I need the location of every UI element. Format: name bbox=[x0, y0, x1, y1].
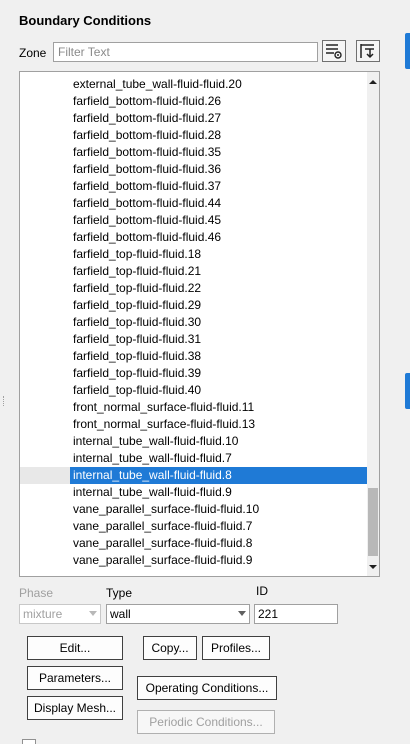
list-item-label: farfield_bottom-fluid-fluid.27 bbox=[73, 111, 222, 125]
collapse-list-button[interactable] bbox=[356, 40, 380, 62]
zone-label: Zone bbox=[19, 46, 47, 60]
list-item-label: front_normal_surface-fluid-fluid.13 bbox=[73, 417, 256, 431]
filter-options-icon bbox=[326, 44, 342, 59]
phase-value: mixture bbox=[23, 607, 63, 621]
list-item[interactable]: farfield_top-fluid-fluid.18 bbox=[20, 246, 368, 263]
list-item[interactable]: farfield_top-fluid-fluid.40 bbox=[20, 382, 368, 399]
list-item[interactable]: farfield_bottom-fluid-fluid.37 bbox=[20, 178, 368, 195]
list-item[interactable]: front_normal_surface-fluid-fluid.11 bbox=[20, 399, 368, 416]
list-item-label: vane_parallel_surface-fluid-fluid.8 bbox=[73, 536, 253, 550]
list-item-label: internal_tube_wall-fluid-fluid.10 bbox=[73, 434, 239, 448]
list-item[interactable]: farfield_bottom-fluid-fluid.44 bbox=[20, 195, 368, 212]
list-item[interactable]: vane_parallel_surface-fluid-fluid.9 bbox=[20, 552, 368, 569]
list-item[interactable]: internal_tube_wall-fluid-fluid.8 bbox=[20, 467, 368, 484]
list-item[interactable]: internal_tube_wall-fluid-fluid.7 bbox=[20, 450, 368, 467]
zone-filter-input[interactable] bbox=[53, 42, 318, 62]
list-item-label: farfield_bottom-fluid-fluid.35 bbox=[73, 145, 222, 159]
filter-options-button[interactable] bbox=[322, 40, 346, 62]
list-item[interactable]: vane_parallel_surface-fluid-fluid.8 bbox=[20, 535, 368, 552]
list-item-label: farfield_top-fluid-fluid.22 bbox=[73, 281, 202, 295]
list-item-label: farfield_bottom-fluid-fluid.28 bbox=[73, 128, 222, 142]
list-item[interactable]: farfield_bottom-fluid-fluid.46 bbox=[20, 229, 368, 246]
list-item[interactable]: farfield_bottom-fluid-fluid.27 bbox=[20, 110, 368, 127]
type-dropdown[interactable]: wall bbox=[106, 604, 250, 624]
list-item-label: farfield_top-fluid-fluid.31 bbox=[73, 332, 202, 346]
chevron-down-icon bbox=[238, 611, 246, 616]
list-item-label: farfield_top-fluid-fluid.39 bbox=[73, 366, 202, 380]
list-item[interactable]: farfield_bottom-fluid-fluid.28 bbox=[20, 127, 368, 144]
list-item-label: farfield_top-fluid-fluid.29 bbox=[73, 298, 202, 312]
list-item-label: farfield_top-fluid-fluid.18 bbox=[73, 247, 202, 261]
list-item[interactable]: internal_tube_wall-fluid-fluid.10 bbox=[20, 433, 368, 450]
edit-button[interactable]: Edit... bbox=[27, 636, 123, 660]
operating-conditions-button[interactable]: Operating Conditions... bbox=[137, 676, 277, 700]
scroll-down-icon bbox=[369, 565, 377, 569]
list-item-label: internal_tube_wall-fluid-fluid.7 bbox=[73, 451, 232, 465]
list-item-label: internal_tube_wall-fluid-fluid.9 bbox=[73, 485, 232, 499]
scroll-down-button[interactable] bbox=[367, 560, 379, 574]
periodic-conditions-button: Periodic Conditions... bbox=[137, 710, 275, 734]
list-item[interactable]: farfield_top-fluid-fluid.22 bbox=[20, 280, 368, 297]
list-item-label: vane_parallel_surface-fluid-fluid.7 bbox=[73, 519, 253, 533]
list-item[interactable]: farfield_bottom-fluid-fluid.35 bbox=[20, 144, 368, 161]
boundary-conditions-panel: Boundary Conditions Zone external_tube_w… bbox=[0, 0, 410, 744]
side-panel-edge-accent bbox=[405, 373, 410, 409]
id-field[interactable]: 221 bbox=[254, 604, 338, 624]
side-panel-edge-accent bbox=[405, 33, 410, 69]
list-item[interactable]: internal_tube_wall-fluid-fluid.9 bbox=[20, 484, 368, 501]
list-item-label: farfield_bottom-fluid-fluid.26 bbox=[73, 94, 222, 108]
profiles-button[interactable]: Profiles... bbox=[202, 636, 270, 660]
list-item[interactable]: farfield_top-fluid-fluid.39 bbox=[20, 365, 368, 382]
chevron-down-icon bbox=[89, 611, 97, 616]
type-label: Type bbox=[106, 586, 133, 600]
list-item[interactable]: farfield_top-fluid-fluid.30 bbox=[20, 314, 368, 331]
list-item[interactable]: farfield_bottom-fluid-fluid.36 bbox=[20, 161, 368, 178]
list-item-label: front_normal_surface-fluid-fluid.11 bbox=[73, 400, 255, 414]
list-item[interactable]: farfield_top-fluid-fluid.21 bbox=[20, 263, 368, 280]
display-mesh-button[interactable]: Display Mesh... bbox=[27, 696, 123, 720]
list-item[interactable]: vane_parallel_surface-fluid-fluid.7 bbox=[20, 518, 368, 535]
list-item-label: farfield_bottom-fluid-fluid.45 bbox=[73, 213, 222, 227]
id-value: 221 bbox=[258, 607, 279, 621]
list-item[interactable]: farfield_top-fluid-fluid.29 bbox=[20, 297, 368, 314]
bottom-checkbox[interactable] bbox=[22, 739, 36, 744]
copy-button[interactable]: Copy... bbox=[143, 636, 197, 660]
list-item[interactable]: vane_parallel_surface-fluid-fluid.10 bbox=[20, 501, 368, 518]
list-item-label: farfield_bottom-fluid-fluid.36 bbox=[73, 162, 222, 176]
type-value: wall bbox=[110, 607, 131, 621]
zone-list[interactable]: external_tube_wall-fluid-fluid.20farfiel… bbox=[19, 71, 380, 577]
list-item[interactable]: external_tube_wall-fluid-fluid.20 bbox=[20, 76, 368, 93]
list-item-label: external_tube_wall-fluid-fluid.20 bbox=[73, 77, 242, 91]
parameters-button[interactable]: Parameters... bbox=[27, 666, 123, 690]
scroll-up-icon bbox=[369, 80, 377, 84]
panel-title: Boundary Conditions bbox=[19, 13, 152, 28]
collapse-list-icon bbox=[360, 44, 374, 59]
list-item[interactable]: front_normal_surface-fluid-fluid.13 bbox=[20, 416, 368, 433]
list-item-label: farfield_top-fluid-fluid.21 bbox=[73, 264, 202, 278]
scroll-thumb[interactable] bbox=[368, 488, 378, 556]
list-item[interactable]: farfield_bottom-fluid-fluid.45 bbox=[20, 212, 368, 229]
list-item[interactable]: farfield_bottom-fluid-fluid.26 bbox=[20, 93, 368, 110]
zone-list-scrollbar[interactable] bbox=[367, 72, 379, 576]
phase-dropdown: mixture bbox=[19, 604, 101, 624]
list-item-label: vane_parallel_surface-fluid-fluid.9 bbox=[73, 553, 253, 567]
list-item-label: farfield_top-fluid-fluid.30 bbox=[73, 315, 202, 329]
phase-label: Phase bbox=[19, 586, 54, 600]
list-item-label: farfield_top-fluid-fluid.40 bbox=[73, 383, 202, 397]
list-item-label: farfield_bottom-fluid-fluid.44 bbox=[73, 196, 222, 210]
list-item[interactable]: farfield_top-fluid-fluid.31 bbox=[20, 331, 368, 348]
list-item-label: internal_tube_wall-fluid-fluid.8 bbox=[73, 468, 232, 482]
scroll-up-button[interactable] bbox=[367, 75, 379, 89]
list-item-label: farfield_top-fluid-fluid.38 bbox=[73, 349, 202, 363]
id-label: ID bbox=[256, 584, 268, 598]
list-item-label: vane_parallel_surface-fluid-fluid.10 bbox=[73, 502, 260, 516]
list-item-label: farfield_bottom-fluid-fluid.46 bbox=[73, 230, 222, 244]
list-item-label: farfield_bottom-fluid-fluid.37 bbox=[73, 179, 222, 193]
splitter-handle[interactable] bbox=[3, 396, 6, 406]
list-item[interactable]: farfield_top-fluid-fluid.38 bbox=[20, 348, 368, 365]
